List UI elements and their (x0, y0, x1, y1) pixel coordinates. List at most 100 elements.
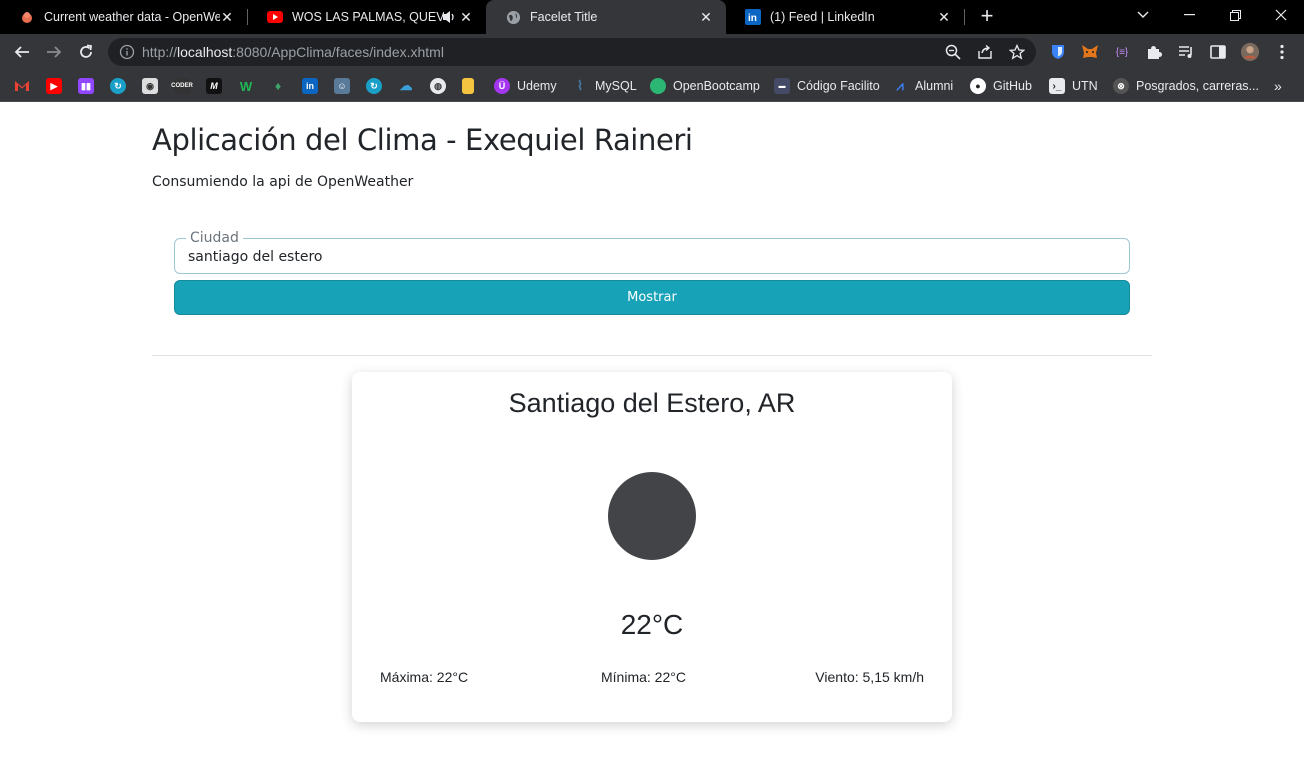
bookmark-label: GitHub (993, 79, 1032, 93)
bookmark-mysql[interactable]: ⌇ MySQL (572, 76, 637, 96)
bookmark-avatar[interactable]: ☺ (334, 76, 350, 96)
ethereum-icon: ♦ (274, 79, 282, 93)
weather-wind: Viento: 5,15 km/h (815, 669, 924, 685)
page-content: Aplicación del Clima - Exequiel Raineri … (0, 102, 1304, 768)
close-tab-icon[interactable]: ✕ (458, 9, 474, 25)
json-formatter-icon[interactable]: {≡} (1112, 42, 1132, 62)
youtube-icon (267, 9, 283, 25)
refresh-circle-icon: ↻ (366, 78, 382, 94)
globe-icon: ◍ (430, 78, 446, 94)
mostrar-button[interactable]: Mostrar (174, 280, 1130, 315)
bookmark-label: Udemy (517, 79, 557, 93)
weather-icon (608, 472, 696, 560)
tab-linkedin[interactable]: in (1) Feed | LinkedIn ✕ (726, 0, 964, 34)
bookmark-utn[interactable]: ›_ UTN (1049, 76, 1098, 96)
minimize-button[interactable] (1166, 0, 1212, 30)
gmail-icon (14, 78, 30, 94)
speaker-icon[interactable] (442, 9, 456, 25)
forward-button[interactable] (42, 40, 66, 64)
close-tab-icon[interactable]: ✕ (219, 9, 235, 25)
divider (152, 355, 1152, 356)
posgrados-icon: ⊗ (1113, 78, 1129, 94)
bookmark-twitch[interactable]: ▮▮ (78, 76, 94, 96)
camera-icon: ◉ (142, 78, 158, 94)
bookmark-gmail[interactable] (14, 76, 30, 96)
bookmark-cloud[interactable]: ☁ (398, 76, 414, 96)
close-window-button[interactable] (1258, 0, 1304, 30)
bookmark-github[interactable]: ● GitHub (970, 76, 1032, 96)
bookmark-camera[interactable]: ◉ (142, 76, 158, 96)
bookmark-codigofacilito[interactable]: ▬ Código Facilito (774, 76, 880, 96)
bookmark-label: Posgrados, carreras... (1136, 79, 1259, 93)
bookmark-label: Alumni (915, 79, 954, 93)
close-tab-icon[interactable]: ✕ (698, 9, 714, 25)
menu-kebab-icon[interactable] (1272, 42, 1292, 62)
bookmark-coder[interactable]: CODER (171, 76, 193, 96)
bookmark-note[interactable] (462, 76, 474, 96)
svg-text:in: in (748, 13, 757, 24)
url-path: :8080/AppClima/faces/index.xhtml (232, 44, 444, 60)
media-queue-icon[interactable] (1176, 42, 1196, 62)
tab-search-chevron-icon[interactable] (1120, 0, 1166, 30)
browser-toolbar: http://localhost:8080/AppClima/faces/ind… (0, 34, 1304, 70)
weather-max: Máxima: 22°C (380, 669, 469, 685)
share-icon[interactable] (977, 44, 993, 60)
new-tab-button[interactable]: + (976, 5, 998, 28)
back-button[interactable] (10, 40, 34, 64)
weather-city: Santiago del Estero, AR (508, 388, 796, 418)
bitwarden-icon[interactable] (1048, 42, 1068, 62)
alumni-icon: ⩘ (896, 78, 904, 93)
bookmark-ethereum[interactable]: ♦ (270, 76, 286, 96)
restore-button[interactable] (1212, 0, 1258, 30)
weather-temperature: 22°C (620, 609, 684, 640)
bookmark-refresh-2[interactable]: ↻ (366, 76, 382, 96)
url-text[interactable]: http://localhost:8080/AppClima/faces/ind… (142, 44, 444, 60)
bookmark-medium[interactable]: M (206, 76, 222, 96)
refresh-circle-icon: ↻ (110, 78, 126, 94)
tab-youtube[interactable]: WOS LAS PALMAS, QUEVEDO ✕ (248, 0, 486, 34)
bookmark-udemy[interactable]: Ü Udemy (494, 76, 557, 96)
side-panel-icon[interactable] (1208, 42, 1228, 62)
tab-title: WOS LAS PALMAS, QUEVEDO (292, 10, 444, 24)
address-bar[interactable]: http://localhost:8080/AppClima/faces/ind… (108, 38, 1036, 66)
bookmark-globe[interactable]: ◍ (430, 76, 446, 96)
bookmark-youtube[interactable]: ▶ (46, 76, 62, 96)
udemy-icon: Ü (494, 78, 510, 94)
tab-strip: Current weather data - OpenWea ✕ WOS LAS… (0, 0, 1304, 34)
bookmark-posgrados[interactable]: ⊗ Posgrados, carreras... (1113, 76, 1259, 96)
metamask-icon[interactable] (1080, 42, 1100, 62)
info-icon[interactable] (119, 44, 135, 60)
bookmark-openbootcamp[interactable]: OpenBootcamp (650, 76, 760, 96)
bookmark-label: UTN (1072, 79, 1098, 93)
bookmark-star-icon[interactable] (1008, 43, 1026, 60)
close-tab-icon[interactable]: ✕ (936, 9, 952, 25)
bookmarks-overflow-icon[interactable]: » (1274, 76, 1282, 96)
tab-facelet[interactable]: Facelet Title ✕ (486, 0, 726, 34)
bookmark-refresh-1[interactable]: ↻ (110, 76, 126, 96)
bookmark-linkedin[interactable]: in (302, 76, 318, 96)
bookmark-label: MySQL (595, 79, 637, 93)
tab-title: Current weather data - OpenWea (44, 10, 220, 24)
city-input[interactable] (188, 249, 1108, 265)
note-icon (462, 78, 474, 94)
page-title: Aplicación del Clima - Exequiel Raineri (152, 123, 693, 157)
openweather-icon (19, 9, 35, 25)
bookmark-alumni[interactable]: ⩘ Alumni (892, 76, 953, 96)
bookmark-label: OpenBootcamp (673, 79, 760, 93)
profile-avatar-icon[interactable] (1240, 42, 1260, 62)
extensions-puzzle-icon[interactable] (1144, 42, 1164, 62)
url-scheme: http:// (142, 44, 178, 60)
tab-openweather[interactable]: Current weather data - OpenWea ✕ (0, 0, 247, 34)
cloud-icon: ☁ (399, 78, 413, 93)
reload-button[interactable] (74, 40, 98, 64)
linkedin-icon: in (745, 9, 761, 25)
tab-title: Facelet Title (530, 10, 598, 24)
zoom-icon[interactable] (945, 44, 961, 60)
bookmark-w[interactable]: W (238, 76, 254, 96)
globe-icon (505, 9, 521, 25)
bookmarks-bar: ▶ ▮▮ ↻ ◉ CODER M W ♦ in ☺ ↻ ☁ ◍ Ü Udemy ⌇… (0, 70, 1304, 102)
page-subtitle: Consumiendo la api de OpenWeather (152, 174, 414, 190)
terminal-icon: ›_ (1049, 78, 1065, 94)
city-legend: Ciudad (186, 230, 243, 246)
avatar-icon: ☺ (334, 78, 350, 94)
